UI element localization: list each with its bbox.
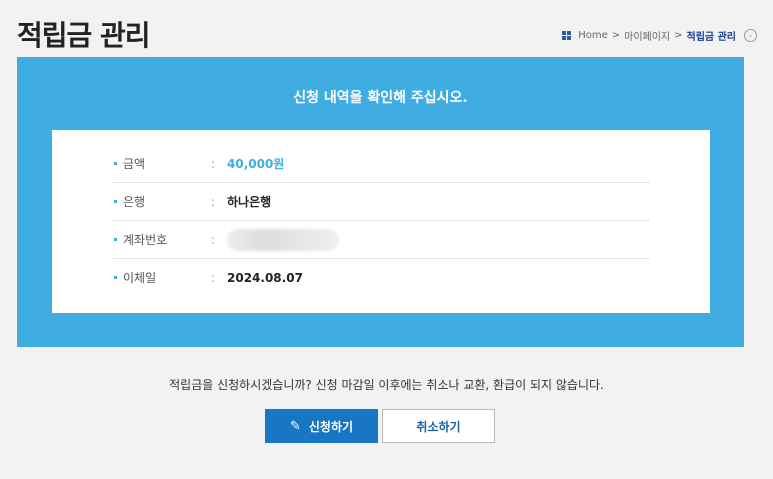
home-icon bbox=[562, 31, 572, 40]
apply-button[interactable]: ✎ 신청하기 bbox=[265, 409, 378, 443]
chevron-down-icon[interactable]: ⌄ bbox=[744, 29, 757, 42]
confirmation-panel: 신청 내역을 확인해 주십시오. 금액 : 40,000원 은행 : 하나은행 … bbox=[17, 57, 744, 347]
breadcrumb-home[interactable]: Home bbox=[578, 30, 608, 41]
breadcrumb-separator: > bbox=[611, 30, 621, 41]
bullet-icon bbox=[114, 238, 117, 241]
pencil-icon: ✎ bbox=[289, 418, 301, 434]
cancel-button[interactable]: 취소하기 bbox=[382, 409, 495, 443]
row-amount: 금액 : 40,000원 bbox=[112, 145, 649, 183]
bullet-icon bbox=[114, 162, 117, 165]
bullet-icon bbox=[114, 276, 117, 279]
info-box: 금액 : 40,000원 은행 : 하나은행 계좌번호 : 이체일 : 2024… bbox=[52, 130, 710, 313]
panel-heading: 신청 내역을 확인해 주십시오. bbox=[293, 90, 468, 106]
row-colon: : bbox=[211, 194, 216, 209]
account-number-redacted bbox=[227, 228, 339, 251]
row-colon: : bbox=[211, 156, 216, 171]
row-transfer-date: 이체일 : 2024.08.07 bbox=[112, 259, 649, 296]
row-label: 이체일 bbox=[123, 271, 157, 285]
bullet-icon bbox=[114, 200, 117, 203]
row-label: 은행 bbox=[123, 195, 146, 209]
row-colon: : bbox=[211, 232, 216, 247]
breadcrumb-separator: > bbox=[674, 30, 683, 41]
cancel-button-label: 취소하기 bbox=[416, 419, 461, 434]
row-account-number: 계좌번호 : bbox=[112, 221, 649, 259]
bank-value: 하나은행 bbox=[227, 195, 272, 209]
breadcrumb-current: 적립금 관리 bbox=[686, 32, 736, 43]
row-label: 금액 bbox=[123, 157, 146, 171]
apply-button-label: 신청하기 bbox=[308, 419, 354, 434]
row-label: 계좌번호 bbox=[123, 233, 168, 247]
notice-text: 적립금을 신청하시겠습니까? 신청 마감일 이후에는 취소나 교환, 환급이 되… bbox=[169, 378, 604, 392]
breadcrumb: Home > 마이페이지 > 적립금 관리 ⌄ bbox=[562, 28, 757, 43]
transfer-date-value: 2024.08.07 bbox=[227, 270, 303, 285]
page-title: 적립금 관리 bbox=[17, 19, 151, 52]
breadcrumb-mypage[interactable]: 마이페이지 bbox=[624, 28, 670, 43]
row-colon: : bbox=[211, 270, 216, 285]
amount-value: 40,000원 bbox=[227, 157, 285, 171]
row-bank: 은행 : 하나은행 bbox=[112, 183, 649, 221]
